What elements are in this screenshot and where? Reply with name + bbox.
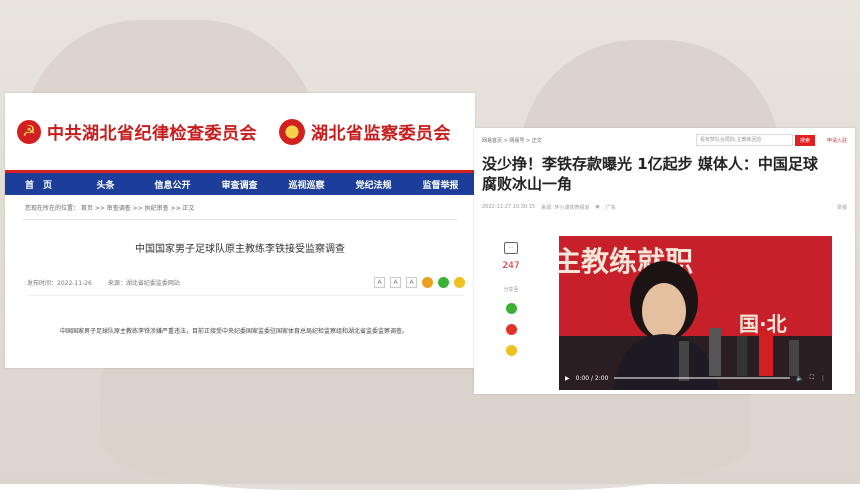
report-link[interactable]: 举报: [837, 204, 847, 211]
video-player[interactable]: 主教练就职 国·北 ▶ 0:00 / 2:00 🔈 ⛶ ⋮: [559, 236, 832, 390]
nav-item-investigation[interactable]: 审查调查: [206, 178, 273, 191]
nav-item-home[interactable]: 首 页: [5, 178, 72, 191]
nav-item-headlines[interactable]: 头条: [72, 178, 139, 191]
font-size-large-button[interactable]: A: [374, 276, 385, 288]
wechat-share-icon[interactable]: [505, 303, 517, 314]
divider: [23, 219, 457, 220]
article-body: 中国国家男子足球队原主教练李铁涉嫌严重违法，目前正接受中央纪委国家监委驻国家体育…: [60, 328, 409, 335]
play-icon[interactable]: ▶: [565, 375, 570, 382]
publish-time: 2022-11-27 10:30:15: [482, 204, 536, 210]
video-controls: ▶ 0:00 / 2:00 🔈 ⛶ ⋮: [565, 372, 826, 384]
main-nav: 首 页 头条 信息公开 审查调查 巡视巡察 党纪法规 监督举报: [5, 170, 475, 195]
article-tools: A A A: [374, 276, 465, 288]
article-source: 来源: 环小漫体育频道: [541, 205, 590, 211]
org-name-left: 中共湖北省纪律检查委员会: [47, 124, 257, 144]
more-icon[interactable]: ⋮: [820, 375, 826, 382]
font-size-small-button[interactable]: A: [406, 276, 417, 288]
nav-item-report[interactable]: 监督举报: [407, 178, 474, 191]
join-link[interactable]: 申请入驻: [827, 137, 847, 144]
search-button[interactable]: 搜索: [794, 134, 815, 146]
share-sidebar: ··· 247 分享至: [500, 242, 522, 356]
weibo-share-icon[interactable]: [505, 324, 517, 335]
nav-item-inspection[interactable]: 巡视巡察: [273, 178, 340, 191]
fullscreen-icon[interactable]: ⛶: [810, 374, 814, 382]
font-size-medium-button[interactable]: A: [390, 276, 401, 288]
breadcrumb: 您现在所在的位置： 首页 >> 审查调查 >> 执纪审查 >> 正文: [25, 205, 195, 212]
video-frame: 主教练就职 国·北: [559, 236, 832, 390]
article-meta: 2022-11-27 10:30:15 来源: 环小漫体育频道 ◉ 广东 举报: [474, 194, 855, 211]
article-title: 中国国家男子足球队原主教练李铁接受监察调查: [135, 244, 345, 255]
article-meta: 发布时间：2022-11-26 来源：湖北省纪委监委网站 A A A: [27, 275, 465, 296]
netease-news-screenshot: 网易首页 > 网易号 > 正文 看有梦队台局际,主教练回应 搜索 申请入驻 没少…: [474, 128, 855, 394]
comment-count[interactable]: 247: [502, 261, 519, 271]
nav-item-regulations[interactable]: 党纪法规: [340, 178, 407, 191]
top-bar: 网易首页 > 网易号 > 正文 看有梦队台局际,主教练回应 搜索 申请入驻: [474, 128, 855, 152]
qzone-share-icon[interactable]: [505, 345, 517, 356]
org-name-right: 湖北省监察委员会: [311, 124, 451, 144]
weibo-share-icon[interactable]: [422, 276, 433, 288]
share-label: 分享至: [503, 287, 519, 293]
site-header: ☭ 中共湖北省纪律检查委员会 湖北省监察委员会: [5, 93, 475, 170]
volume-icon[interactable]: 🔈: [796, 375, 803, 382]
hubei-commission-screenshot: ☭ 中共湖北省纪律检查委员会 湖北省监察委员会 首 页 头条 信息公开 审查调查…: [5, 93, 475, 368]
breadcrumb: 网易首页 > 网易号 > 正文: [482, 137, 542, 144]
party-emblem-icon: ☭: [17, 119, 41, 144]
video-progress-bar[interactable]: [614, 377, 791, 379]
qzone-share-icon[interactable]: [454, 276, 465, 288]
wechat-share-icon[interactable]: [438, 276, 449, 288]
article-headline: 没少挣！李铁存款曝光 1亿起步 媒体人：中国足球腐败冰山一角: [482, 155, 818, 193]
video-time: 0:00 / 2:00: [575, 374, 609, 382]
comment-icon[interactable]: ···: [504, 242, 518, 254]
national-emblem-icon: [279, 118, 305, 145]
location: 广东: [605, 205, 616, 211]
nav-item-info[interactable]: 信息公开: [139, 178, 206, 191]
search-input[interactable]: 看有梦队台局际,主教练回应: [695, 134, 793, 146]
article-source: 来源：湖北省纪委监委网站: [107, 279, 180, 287]
location-pin-icon: ◉: [595, 204, 600, 210]
publish-time: 发布时间：2022-11-26: [27, 279, 92, 287]
